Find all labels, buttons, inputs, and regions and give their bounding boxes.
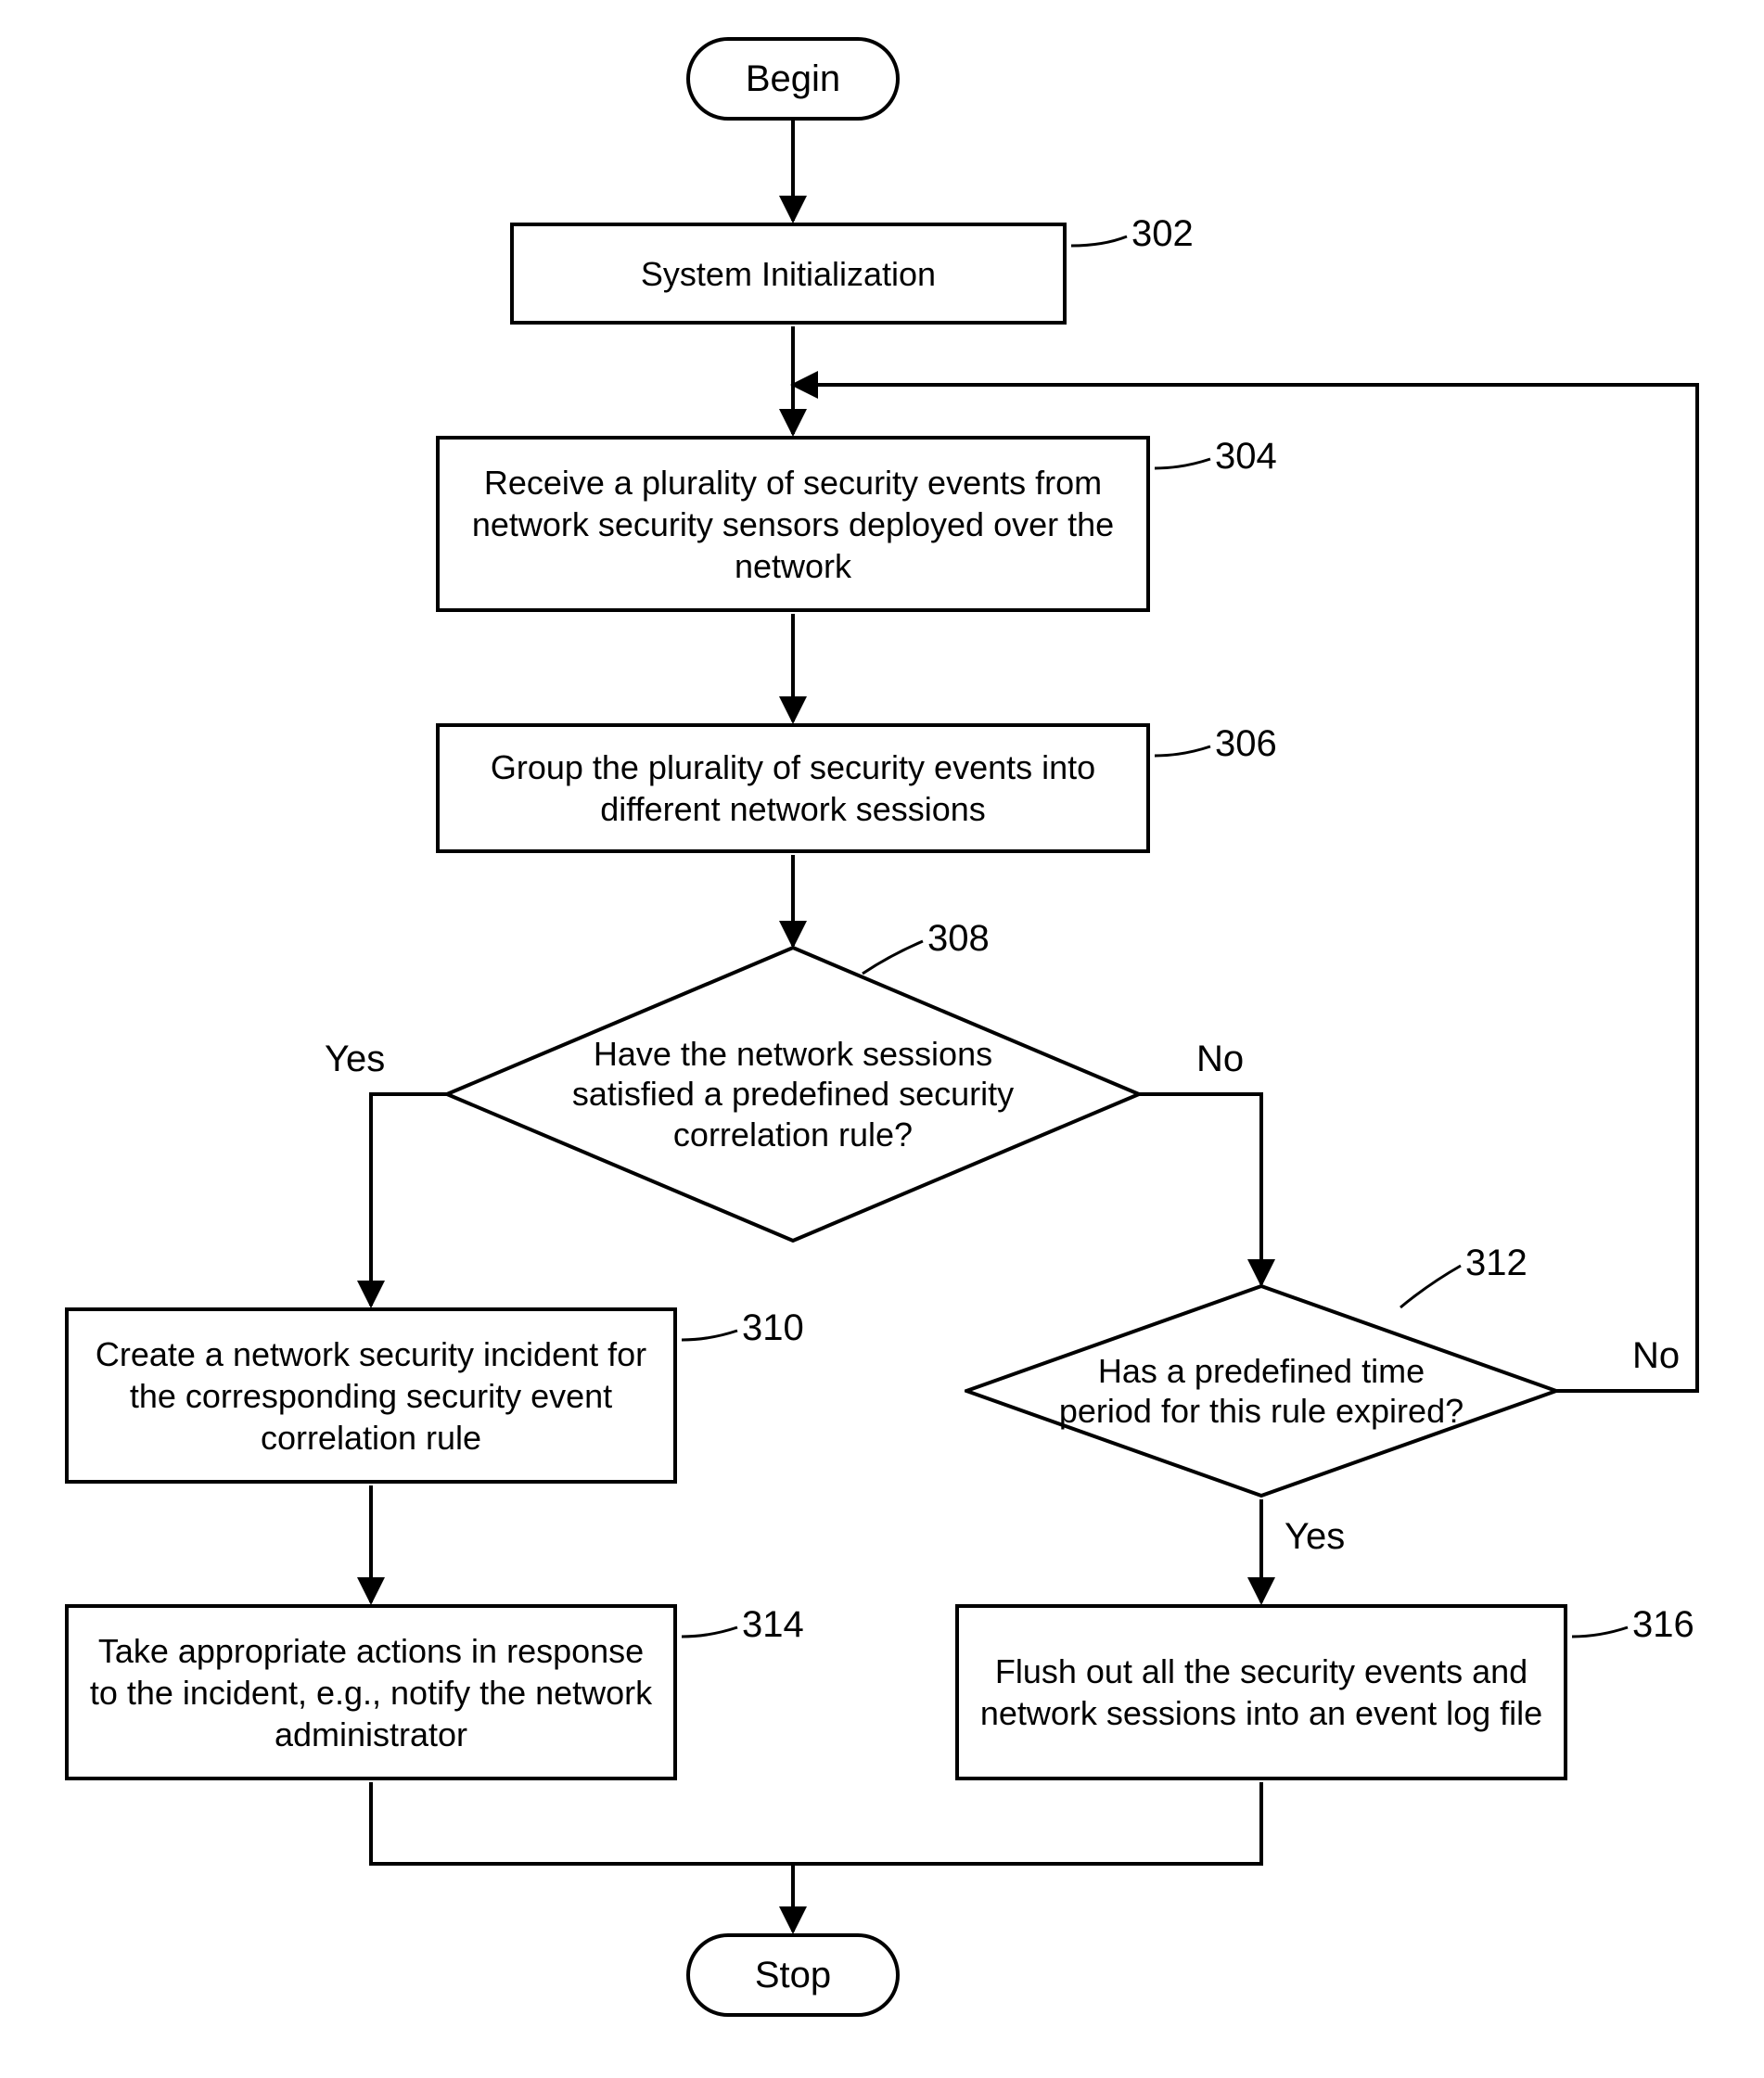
edge-312-yes: Yes — [1285, 1516, 1345, 1558]
step-310: Create a network security incident for t… — [65, 1307, 677, 1484]
decision-308: Have the network sessions satisfied a pr… — [445, 946, 1141, 1243]
step-306-label: Group the plurality of security events i… — [458, 746, 1128, 830]
decision-312-label: Has a predefined time period for this ru… — [1057, 1351, 1465, 1431]
edge-312-no: No — [1632, 1335, 1680, 1377]
step-304-label: Receive a plurality of security events f… — [458, 462, 1128, 587]
terminal-begin-label: Begin — [746, 58, 840, 100]
step-314: Take appropriate actions in response to … — [65, 1604, 677, 1780]
step-314-label: Take appropriate actions in response to … — [87, 1630, 655, 1755]
edge-308-yes: Yes — [325, 1039, 385, 1080]
decision-308-label: Have the network sessions satisfied a pr… — [529, 1034, 1057, 1154]
step-302: System Initialization — [510, 223, 1067, 325]
step-302-label: System Initialization — [641, 253, 936, 295]
step-316: Flush out all the security events and ne… — [955, 1604, 1567, 1780]
step-310-label: Create a network security incident for t… — [87, 1333, 655, 1459]
flowchart: Begin System Initialization 302 Receive … — [37, 37, 1725, 2040]
step-316-label: Flush out all the security events and ne… — [978, 1651, 1545, 1734]
ref-312: 312 — [1465, 1243, 1528, 1284]
step-304: Receive a plurality of security events f… — [436, 436, 1150, 612]
terminal-begin: Begin — [686, 37, 900, 121]
ref-316: 316 — [1632, 1604, 1694, 1646]
ref-306: 306 — [1215, 723, 1277, 765]
ref-314: 314 — [742, 1604, 804, 1646]
step-306: Group the plurality of security events i… — [436, 723, 1150, 853]
terminal-stop-label: Stop — [755, 1955, 831, 1996]
terminal-stop: Stop — [686, 1933, 900, 2017]
edge-308-no: No — [1196, 1039, 1244, 1080]
ref-308: 308 — [927, 918, 990, 960]
ref-302: 302 — [1131, 213, 1194, 255]
ref-310: 310 — [742, 1307, 804, 1349]
decision-312: Has a predefined time period for this ru… — [965, 1284, 1558, 1498]
ref-304: 304 — [1215, 436, 1277, 478]
